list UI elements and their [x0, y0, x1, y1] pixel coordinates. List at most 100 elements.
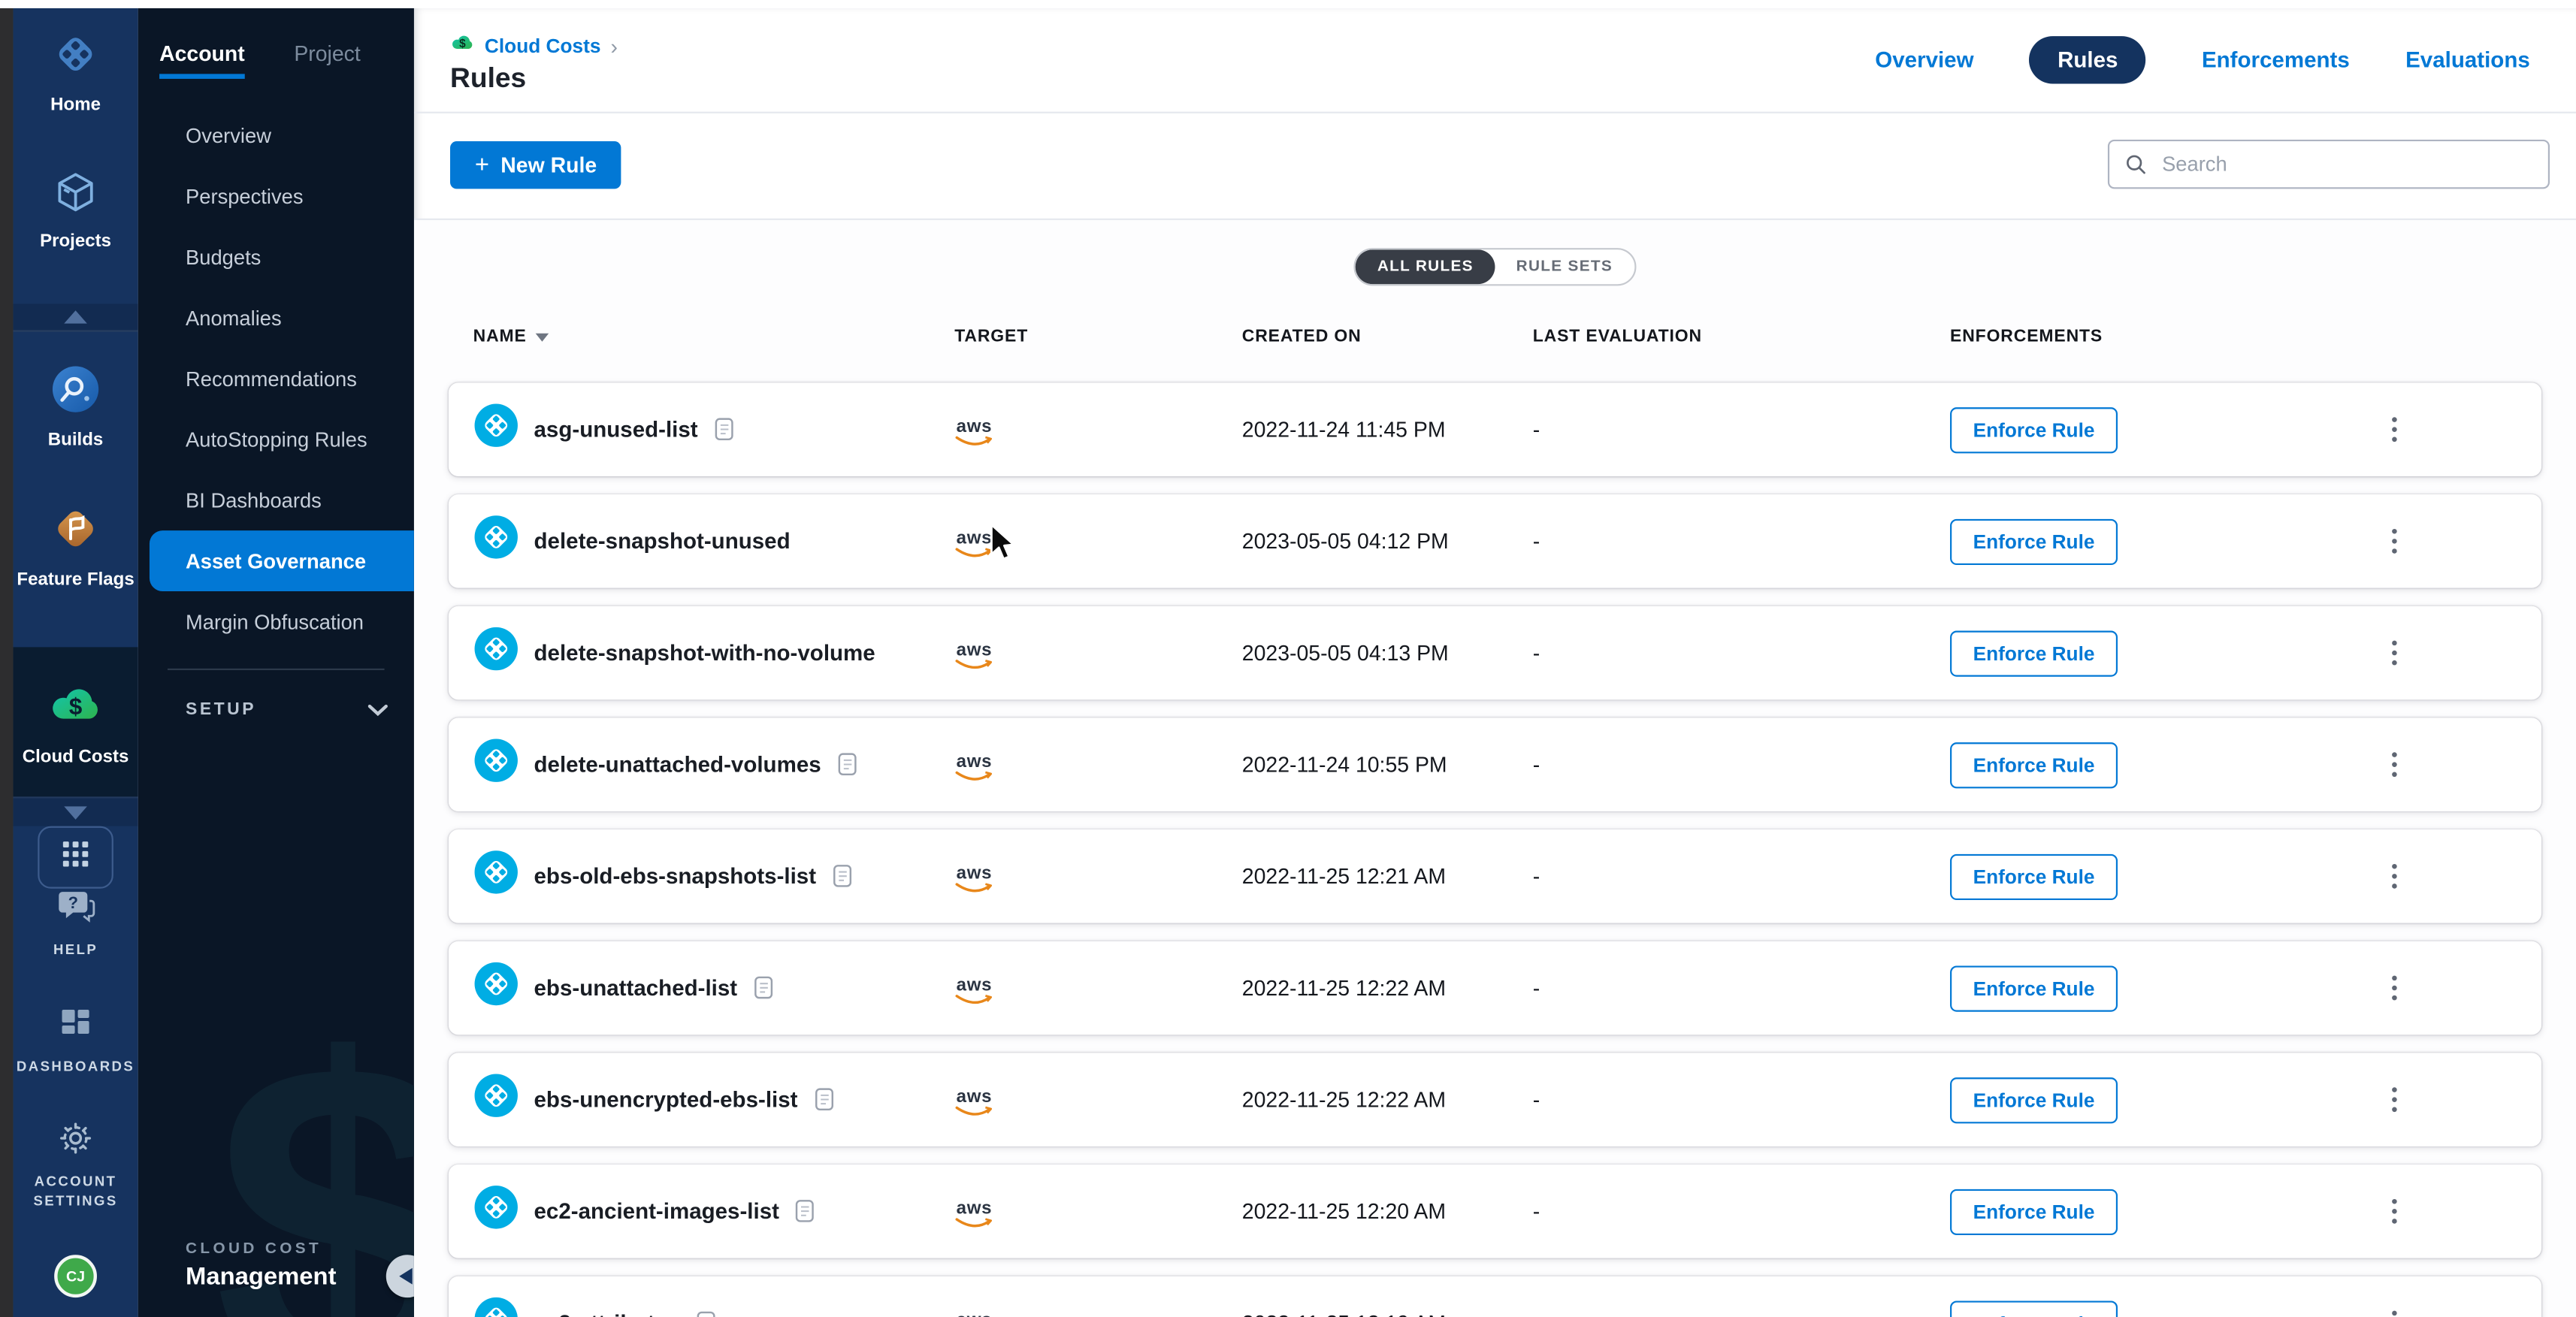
chevron-down-icon [368, 704, 388, 715]
created-on-value: 2022-11-25 12:22 AM [1242, 976, 1533, 1001]
row-menu-kebab-icon[interactable] [2382, 1078, 2407, 1122]
created-on-value: 2023-05-05 04:13 PM [1242, 641, 1533, 666]
setup-section-toggle[interactable]: SETUP [138, 690, 414, 729]
cube-icon [53, 168, 98, 222]
header-tab-enforcements[interactable]: Enforcements [2202, 47, 2350, 72]
last-evaluation-value: - [1533, 641, 1950, 666]
rule-row[interactable]: ec2-ancient-images-list aws 2022-11-25 1… [449, 1164, 2541, 1258]
module-picker-button[interactable] [38, 826, 113, 889]
row-menu-kebab-icon[interactable] [2382, 743, 2407, 787]
row-menu-kebab-icon[interactable] [2382, 1189, 2407, 1233]
chevron-down-icon [64, 806, 87, 819]
svg-text:?: ? [68, 893, 78, 912]
last-evaluation-value: - [1533, 417, 1950, 442]
window-left-strip [0, 8, 13, 1317]
toggle-option-rule-sets[interactable]: RULE SETS [1495, 249, 1634, 284]
sidebar-item-overview[interactable]: Overview [138, 105, 414, 166]
rule-row[interactable]: delete-snapshot-with-no-volume aws 2023-… [449, 606, 2541, 700]
header-tab-evaluations[interactable]: Evaluations [2405, 47, 2530, 72]
rule-name: ebs-unencrypted-ebs-list [534, 1087, 798, 1112]
row-menu-kebab-icon[interactable] [2382, 408, 2407, 452]
created-on-value: 2022-11-25 12:20 AM [1242, 1199, 1533, 1224]
enforce-rule-button[interactable]: Enforce Rule [1950, 1189, 2118, 1234]
grid-icon [61, 838, 90, 876]
sidebar-item-bi-dashboards[interactable]: BI Dashboards [138, 470, 414, 530]
row-menu-kebab-icon[interactable] [2382, 854, 2407, 898]
rail-module-cloud-costs[interactable]: $ Cloud Costs [13, 675, 138, 768]
enforce-rule-button[interactable]: Enforce Rule [1950, 406, 2118, 452]
enforce-rule-button[interactable]: Enforce Rule [1950, 1077, 2118, 1122]
rule-row[interactable]: asg-unused-list aws 2022-11-24 11:45 PM … [449, 382, 2541, 476]
created-on-value: 2022-11-24 11:45 PM [1242, 417, 1533, 442]
rule-row[interactable]: ebs-unencrypted-ebs-list aws 2022-11-25 … [449, 1053, 2541, 1146]
aws-target-icon: aws [954, 530, 993, 560]
toggle-option-all-rules[interactable]: ALL RULES [1356, 249, 1495, 284]
aws-target-icon: aws [954, 1312, 993, 1317]
sidebar-collapse-button[interactable] [386, 1255, 414, 1297]
rule-icon [473, 514, 519, 568]
sidebar-item-autostopping-rules[interactable]: AutoStopping Rules [138, 409, 414, 470]
rail-module-feature-flags[interactable]: Feature Flags [13, 504, 138, 591]
rule-icon [473, 626, 519, 680]
enforce-rule-button[interactable]: Enforce Rule [1950, 630, 2118, 675]
chevron-left-icon [399, 1268, 412, 1285]
rule-name: ebs-old-ebs-snapshots-list [534, 864, 817, 889]
enforce-rule-button[interactable]: Enforce Rule [1950, 853, 2118, 899]
rail-scroll-down[interactable] [13, 797, 138, 826]
search-input[interactable] [2159, 151, 2548, 177]
builds-icon [51, 365, 101, 423]
aws-target-icon: aws [954, 418, 993, 448]
header-tab-overview[interactable]: Overview [1875, 47, 1973, 72]
last-evaluation-value: - [1533, 529, 1950, 554]
sidebar-item-budgets[interactable]: Budgets [138, 227, 414, 288]
enforce-rule-button[interactable]: Enforce Rule [1950, 742, 2118, 787]
row-menu-kebab-icon[interactable] [2382, 519, 2407, 563]
rail-scroll-up[interactable] [13, 304, 138, 332]
header-tab-rules[interactable]: Rules [2030, 36, 2146, 83]
sidebar-tab-account[interactable]: Account [159, 41, 245, 79]
search-box [2108, 140, 2550, 189]
sidebar-tab-project[interactable]: Project [294, 41, 360, 79]
rule-row[interactable]: ebs-unattached-list aws 2022-11-25 12:22… [449, 941, 2541, 1035]
enforce-rule-button[interactable]: Enforce Rule [1950, 1300, 2118, 1317]
note-icon [833, 864, 852, 889]
svg-text:$: $ [69, 693, 82, 719]
breadcrumb-link[interactable]: Cloud Costs [485, 35, 601, 58]
rail-utility-dashboards[interactable]: DASHBOARDS [17, 1004, 135, 1077]
dashboards-icon [57, 1004, 93, 1049]
rule-icon [473, 1296, 519, 1317]
rule-name: delete-snapshot-with-no-volume [534, 641, 875, 666]
enforce-rule-button[interactable]: Enforce Rule [1950, 518, 2118, 564]
new-rule-button[interactable]: + New Rule [450, 141, 621, 189]
sidebar-item-recommendations[interactable]: Recommendations [138, 348, 414, 409]
enforce-rule-button[interactable]: Enforce Rule [1950, 965, 2118, 1010]
rail-utility-help[interactable]: ? HELP [53, 889, 98, 961]
rule-icon [473, 1073, 519, 1127]
rail-utility-account-settings[interactable]: ACCOUNT SETTINGS [23, 1119, 128, 1213]
rail-module-home[interactable]: Home [13, 29, 138, 116]
last-evaluation-value: - [1533, 864, 1950, 889]
note-icon [796, 1199, 815, 1224]
sidebar-item-perspectives[interactable]: Perspectives [138, 166, 414, 227]
rail-module-projects[interactable]: Projects [13, 168, 138, 252]
row-menu-kebab-icon[interactable] [2382, 1301, 2407, 1317]
note-icon [814, 1087, 833, 1112]
sidebar-item-anomalies[interactable]: Anomalies [138, 288, 414, 349]
column-header-enforcements: ENFORCEMENTS [1950, 327, 2379, 346]
rail-module-builds[interactable]: Builds [13, 365, 138, 452]
harness-logo-icon [51, 29, 101, 87]
search-icon [2124, 153, 2148, 176]
footer-title: Management [186, 1263, 336, 1291]
user-avatar[interactable]: CJ [54, 1255, 97, 1297]
column-header-last-evaluation: LAST EVALUATION [1533, 327, 1950, 346]
column-header-name[interactable]: NAME [473, 327, 955, 346]
rule-row[interactable]: delete-snapshot-unused aws 2023-05-05 04… [449, 494, 2541, 588]
row-menu-kebab-icon[interactable] [2382, 966, 2407, 1010]
rule-row[interactable]: ec2-attributes aws 2022-11-25 12:19 AM -… [449, 1276, 2541, 1317]
sidebar-item-margin-obfuscation[interactable]: Margin Obfuscation [138, 591, 414, 652]
rule-row[interactable]: delete-unattached-volumes aws 2022-11-24… [449, 717, 2541, 811]
row-menu-kebab-icon[interactable] [2382, 631, 2407, 675]
sidebar-item-asset-governance[interactable]: Asset Governance [150, 530, 414, 591]
breadcrumb: $ Cloud Costs › [450, 29, 618, 62]
rule-row[interactable]: ebs-old-ebs-snapshots-list aws 2022-11-2… [449, 829, 2541, 923]
